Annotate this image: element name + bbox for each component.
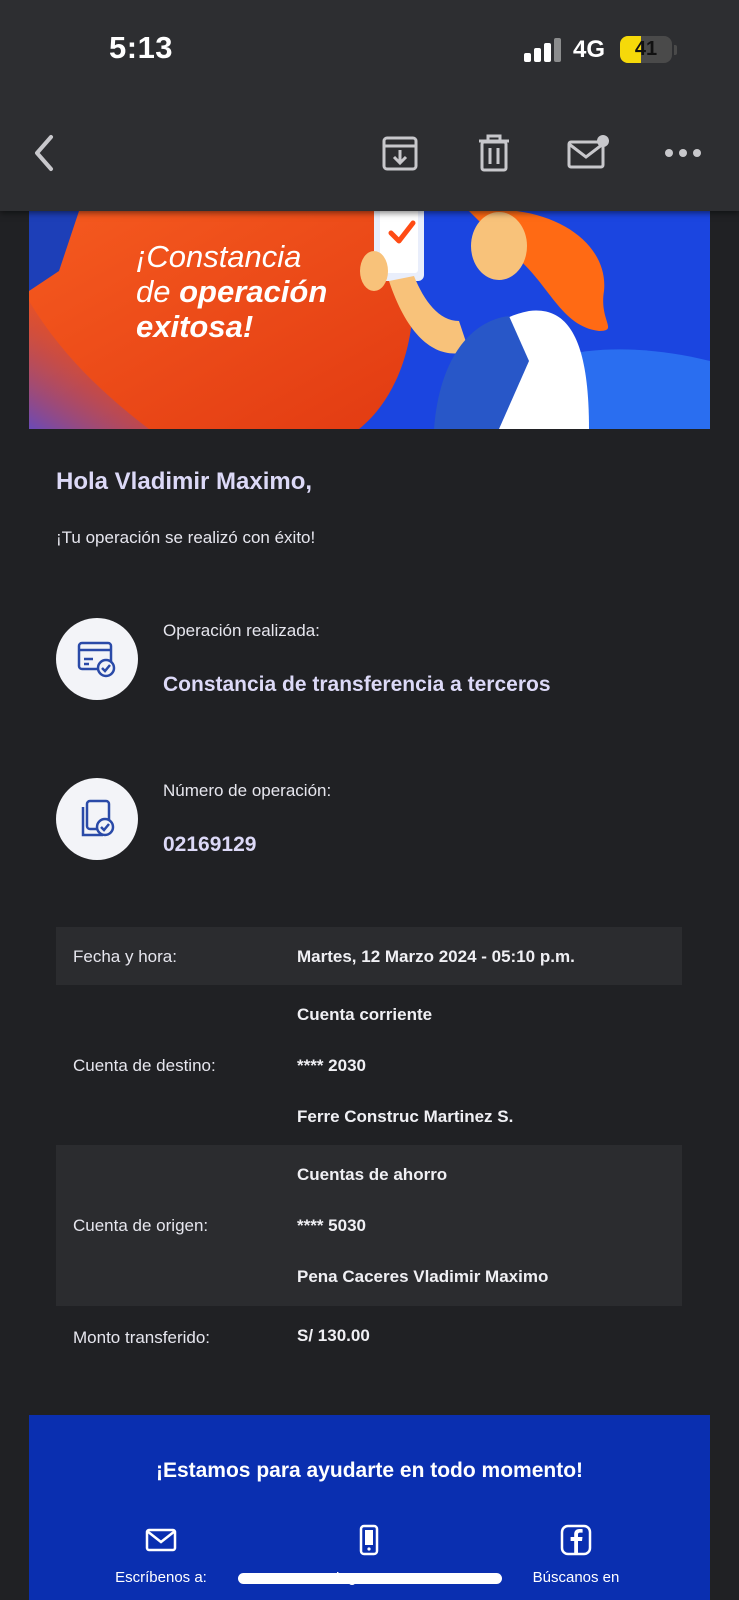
dest-account-type: Cuenta corriente	[297, 1005, 433, 1024]
top-bar: 5:13 4G 41	[0, 0, 739, 211]
trash-icon[interactable]	[469, 128, 519, 178]
email-contact-label: Escríbenos a:	[115, 1569, 207, 1586]
success-message: ¡Tu operación se realizó con éxito!	[56, 528, 316, 547]
operation-type-icon	[56, 618, 138, 700]
mail-icon	[81, 1523, 241, 1557]
home-indicator[interactable]	[238, 1573, 502, 1584]
operation-number-value: 02169129	[163, 833, 257, 856]
network-type: 4G	[573, 36, 606, 63]
table-row: Fecha y hora: Martes, 12 Marzo 2024 - 05…	[56, 927, 682, 985]
operation-number-label: Número de operación:	[163, 781, 332, 800]
email-contact[interactable]: Escríbenos a:	[81, 1523, 241, 1586]
dest-account-holder: Ferre Construc Martinez S.	[297, 1107, 514, 1126]
banner-heading: ¡Constancia de operación exitosa!	[136, 239, 327, 344]
banner-line-2-prefix: de	[136, 274, 180, 309]
status-bar: 5:13 4G 41	[0, 0, 739, 100]
phone-icon	[289, 1523, 449, 1557]
success-banner: ¡Constancia de operación exitosa!	[29, 211, 710, 429]
dest-account-label: Cuenta de destino:	[73, 1056, 216, 1075]
datetime-value: Martes, 12 Marzo 2024 - 05:10 p.m.	[297, 947, 575, 966]
mark-unread-icon[interactable]	[563, 128, 613, 178]
origin-account-type: Cuentas de ahorro	[297, 1165, 448, 1184]
back-chevron-icon[interactable]	[19, 128, 69, 178]
origin-account-label: Cuenta de origen:	[73, 1216, 209, 1235]
battery-tip	[674, 45, 677, 55]
amount-value: S/ 130.00	[297, 1326, 370, 1345]
battery-icon: 41	[620, 36, 672, 63]
table-row: Monto transferido: S/ 130.00	[56, 1306, 682, 1366]
facebook-contact-label: Búscanos en	[532, 1569, 620, 1586]
operation-value: Constancia de transferencia a terceros	[163, 673, 551, 696]
banner-line-1: ¡Constancia	[136, 239, 302, 274]
banner-line-2: de operación	[136, 274, 327, 309]
operation-number-icon	[56, 778, 138, 860]
archive-icon[interactable]	[375, 128, 425, 178]
battery-level: 41	[634, 38, 658, 60]
origin-account-number: **** 5030	[297, 1216, 367, 1235]
facebook-icon	[496, 1523, 656, 1557]
operation-label: Operación realizada:	[163, 621, 320, 640]
banner-illustration	[29, 211, 710, 429]
facebook-contact[interactable]: Búscanos en	[496, 1523, 656, 1586]
table-row: Cuenta de destino: Cuenta corriente ****…	[56, 985, 682, 1145]
greeting-heading: Hola Vladimir Maximo,	[56, 468, 313, 495]
status-time: 5:13	[109, 30, 174, 65]
origin-account-holder: Pena Caceres Vladimir Maximo	[297, 1267, 549, 1286]
dest-account-number: **** 2030	[297, 1056, 367, 1075]
banner-line-2-bold: operación	[179, 274, 328, 309]
signal-icon	[524, 38, 564, 62]
footer-title: ¡Estamos para ayudarte en todo momento!	[155, 1459, 584, 1482]
banner-line-3: exitosa!	[136, 309, 254, 344]
more-icon[interactable]	[658, 128, 708, 178]
table-row: Cuenta de origen: Cuentas de ahorro ****…	[56, 1145, 682, 1306]
datetime-label: Fecha y hora:	[73, 947, 177, 966]
amount-label: Monto transferido:	[73, 1328, 211, 1347]
